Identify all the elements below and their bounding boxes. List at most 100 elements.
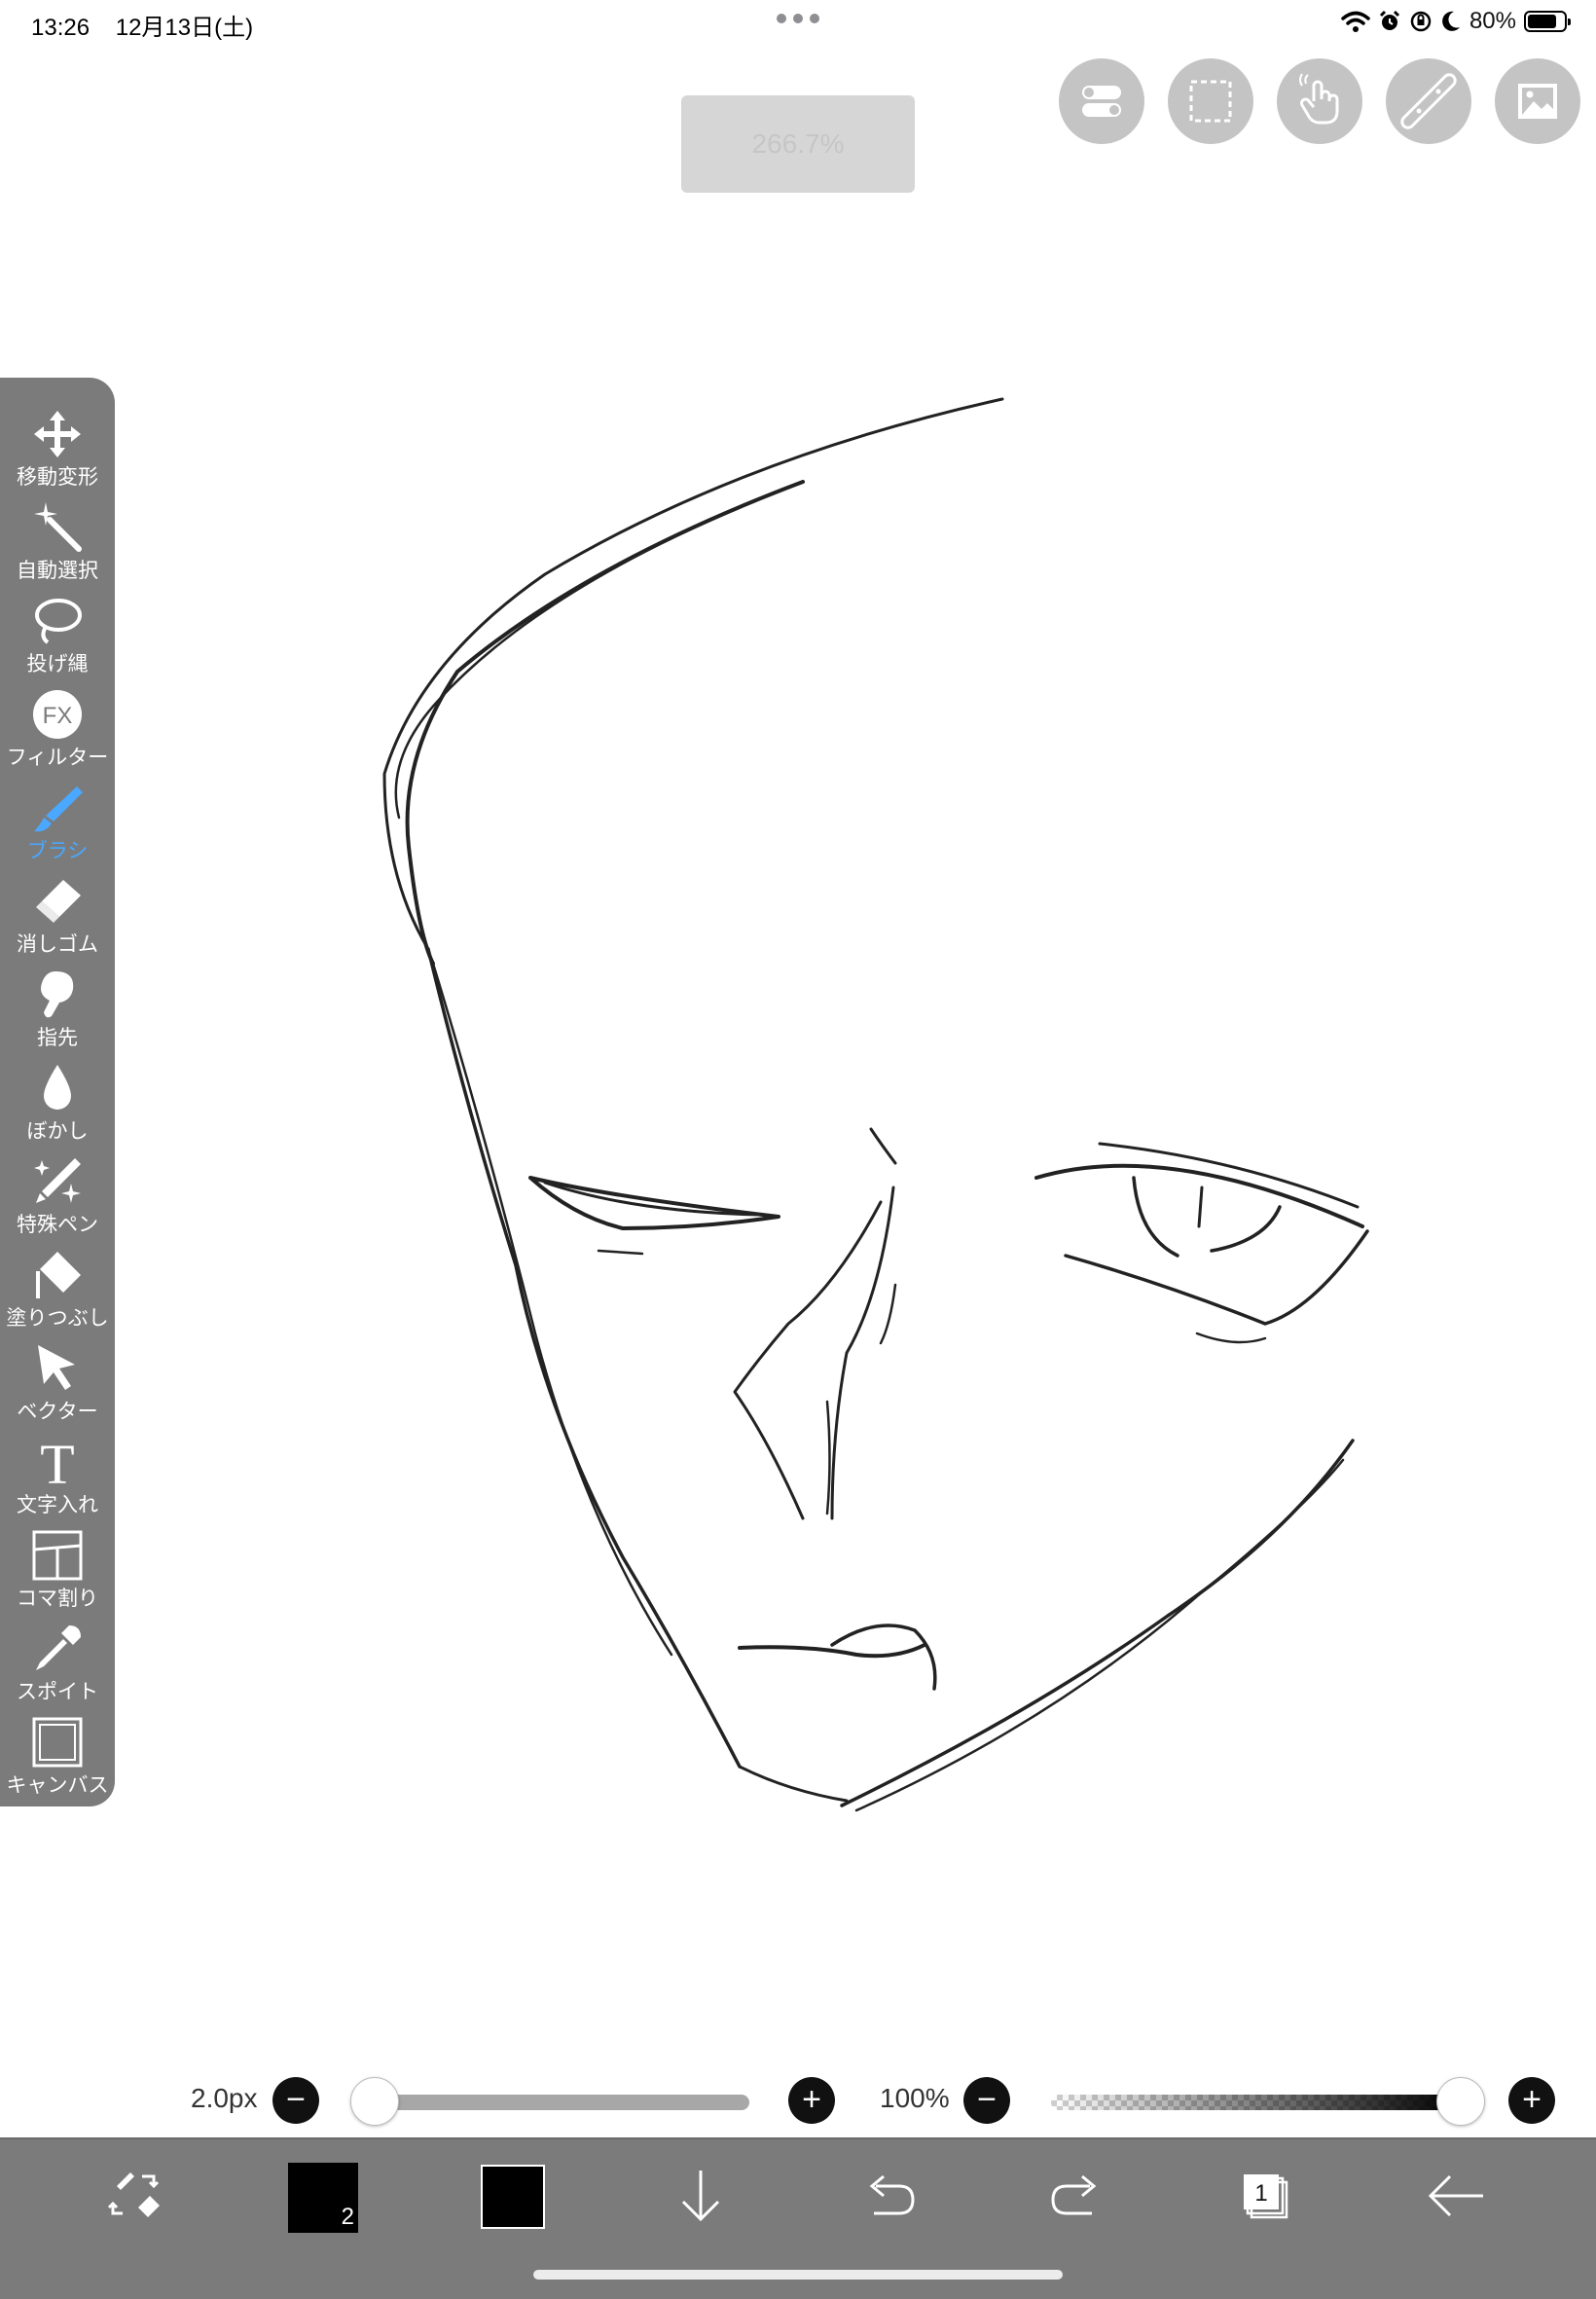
layers-icon: 1: [1244, 2174, 1288, 2219]
layer-count: 1: [1254, 2180, 1267, 2207]
material-button[interactable]: [1495, 58, 1580, 144]
vector-cursor-icon: [38, 1345, 75, 1390]
tool-label: キャンバス: [6, 1774, 109, 1797]
tool-text[interactable]: T 文字入れ: [0, 1427, 115, 1520]
tool-brush[interactable]: ブラシ: [0, 773, 115, 866]
moon-icon: [1442, 11, 1460, 31]
layers-button[interactable]: 1: [1230, 2161, 1300, 2231]
tool-eraser[interactable]: 消しゴム: [0, 866, 115, 960]
brush-size-slider[interactable]: [374, 2095, 749, 2110]
plus-icon: +: [1522, 2080, 1542, 2118]
finger-icon: [41, 971, 74, 1018]
selection-button[interactable]: [1168, 58, 1253, 144]
eraser-icon: [36, 880, 81, 923]
tool-lasso[interactable]: 投げ縄: [0, 586, 115, 679]
battery-icon: [1524, 11, 1571, 32]
brush-size-minus-button[interactable]: −: [272, 2077, 319, 2124]
tool-label: 消しゴム: [17, 933, 98, 956]
status-time: 13:26: [31, 15, 91, 41]
brush-icon: [34, 786, 83, 832]
brush-size-knob[interactable]: [350, 2077, 399, 2126]
tool-move-transform[interactable]: 移動変形: [0, 399, 115, 493]
tool-label: 特殊ペン: [17, 1214, 98, 1236]
canvas-icon: [32, 1717, 83, 1768]
download-button[interactable]: [666, 2161, 736, 2231]
alarm-icon: [1379, 10, 1400, 30]
ruler-button[interactable]: [1386, 58, 1471, 144]
download-icon: [681, 2171, 720, 2222]
tool-label: 塗りつぶし: [6, 1307, 109, 1330]
selection-icon: [1189, 80, 1232, 123]
canvas-sketch[interactable]: [0, 0, 1596, 2297]
brush-slider-row: 2.0px − + 100% − +: [0, 2067, 1596, 2134]
zoom-indicator: 266.7%: [681, 95, 915, 193]
tool-special-pen[interactable]: 特殊ペン: [0, 1147, 115, 1240]
tool-panel[interactable]: コマ割り: [0, 1520, 115, 1614]
swap-brush-eraser-button[interactable]: [101, 2161, 171, 2231]
top-right-buttons: [1059, 58, 1580, 144]
text-icon: T: [40, 1435, 74, 1489]
filter-fx-icon: FX: [33, 690, 82, 739]
toggle-icon: [1082, 86, 1121, 117]
minus-icon: −: [977, 2080, 997, 2118]
svg-text:T: T: [40, 1435, 74, 1489]
tool-label: 移動変形: [17, 466, 98, 489]
battery-percent: 80%: [1469, 8, 1516, 34]
opacity-knob[interactable]: [1436, 2077, 1485, 2126]
tool-label: 投げ縄: [26, 653, 89, 675]
swap-brush-eraser-icon: [107, 2172, 160, 2217]
tool-label: コマ割り: [17, 1587, 98, 1610]
undo-icon: [869, 2174, 915, 2215]
tool-label: ブラシ: [26, 840, 89, 862]
touch-icon: [1299, 73, 1339, 125]
tool-filter[interactable]: FX フィルター: [0, 679, 115, 773]
tool-finger[interactable]: 指先: [0, 960, 115, 1053]
tool-fill[interactable]: 塗りつぶし: [0, 1240, 115, 1333]
opacity-plus-button[interactable]: +: [1508, 2077, 1555, 2124]
svg-text:FX: FX: [43, 703, 73, 729]
tool-canvas[interactable]: キャンバス: [0, 1707, 115, 1801]
opacity-slider[interactable]: [1051, 2095, 1460, 2110]
opacity-minus-button[interactable]: −: [963, 2077, 1010, 2124]
tool-label: スポイト: [17, 1681, 98, 1703]
material-icon: [1518, 84, 1557, 119]
toggle-button[interactable]: [1059, 58, 1144, 144]
tool-label: 文字入れ: [17, 1494, 98, 1516]
primary-color-swatch[interactable]: 2: [288, 2163, 358, 2233]
tool-blur[interactable]: ぼかし: [0, 1053, 115, 1147]
brush-size-label: 2.0px: [191, 2083, 258, 2113]
wifi-icon: [1341, 11, 1370, 32]
status-bar: 13:26 12月13日(土) 80%: [0, 0, 1596, 49]
color-badge: 2: [341, 2204, 354, 2230]
tool-palette: 移動変形 自動選択 投げ縄 FX フィルター ブラシ 消しゴム 指先 ぼかし 特…: [0, 378, 115, 1806]
opacity-label: 100%: [880, 2083, 950, 2113]
undo-button[interactable]: [854, 2161, 925, 2231]
fill-bucket-icon: [36, 1252, 81, 1298]
status-icons: 80%: [1341, 8, 1571, 35]
plus-icon: +: [802, 2080, 821, 2118]
tool-label: ベクター: [17, 1401, 98, 1423]
multitasking-dots-icon[interactable]: [777, 14, 819, 23]
tool-auto-select[interactable]: 自動選択: [0, 493, 115, 586]
magic-wand-icon: [34, 502, 82, 552]
back-button[interactable]: [1421, 2161, 1491, 2231]
brush-size-plus-button[interactable]: +: [788, 2077, 835, 2124]
tool-label: フィルター: [6, 747, 109, 769]
tool-vector[interactable]: ベクター: [0, 1333, 115, 1427]
minus-icon: −: [286, 2080, 306, 2118]
tool-eyedropper[interactable]: スポイト: [0, 1614, 115, 1707]
touch-button[interactable]: [1277, 58, 1362, 144]
back-arrow-icon: [1428, 2174, 1483, 2217]
secondary-color-swatch[interactable]: [481, 2165, 545, 2229]
redo-button[interactable]: [1041, 2161, 1111, 2231]
status-date: 12月13日(土): [115, 15, 254, 41]
status-time-date: 13:26 12月13日(土): [31, 8, 253, 42]
lasso-icon: [35, 599, 82, 644]
redo-icon: [1051, 2174, 1097, 2215]
orientation-lock-icon: [1410, 11, 1432, 32]
blur-drop-icon: [44, 1065, 71, 1110]
panel-icon: [32, 1530, 83, 1581]
special-pen-icon: [34, 1158, 81, 1203]
tool-label: 自動選択: [17, 560, 98, 582]
home-indicator[interactable]: [533, 2270, 1063, 2280]
